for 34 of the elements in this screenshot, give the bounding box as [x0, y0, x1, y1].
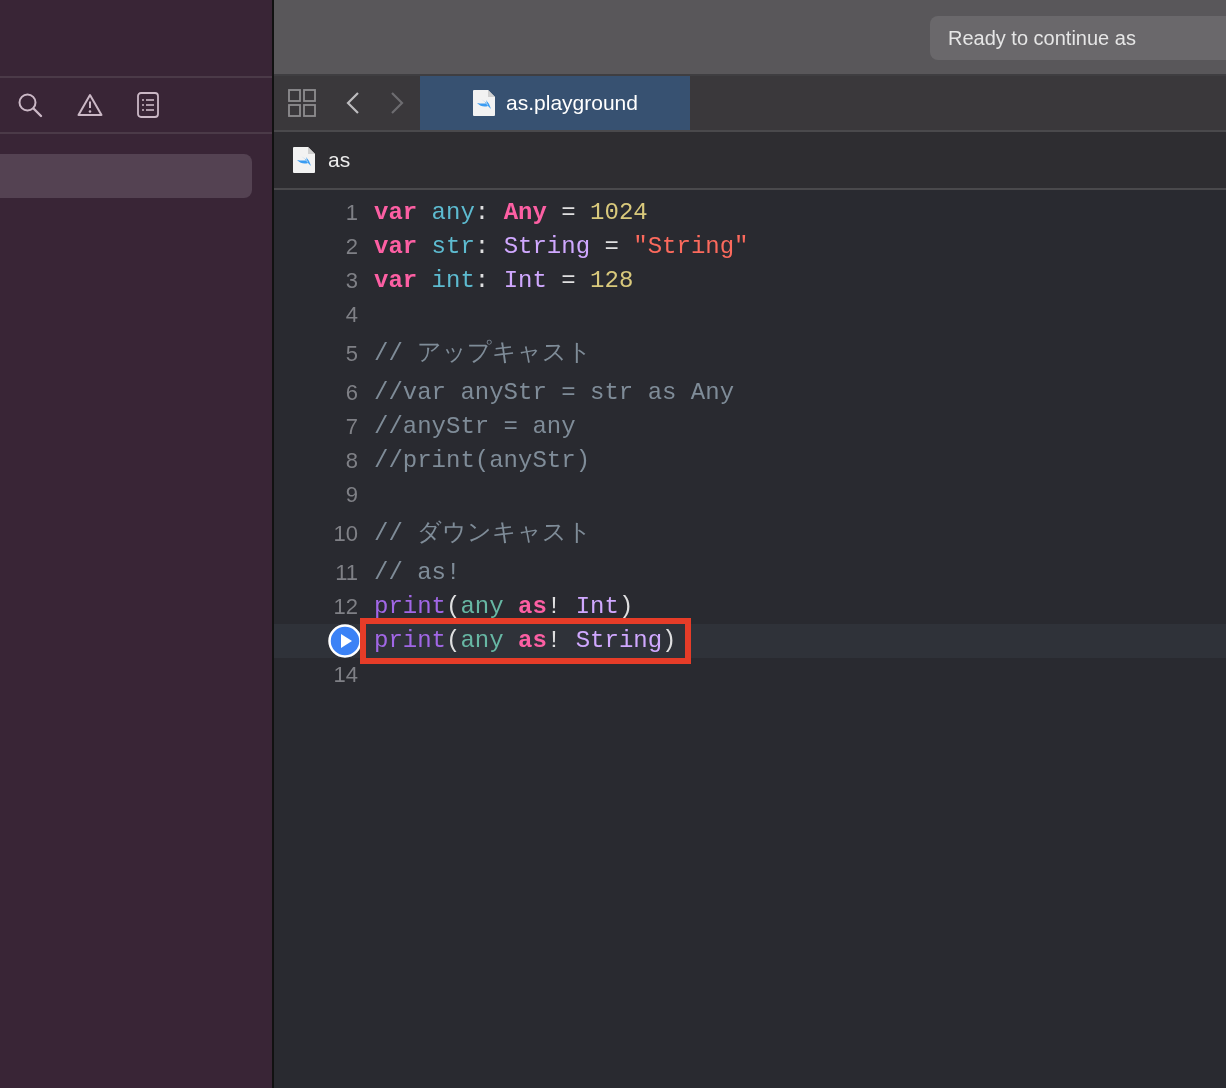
back-icon[interactable]	[346, 91, 360, 115]
grid-icon[interactable]	[288, 89, 316, 117]
breadcrumb-file[interactable]: as	[328, 148, 351, 172]
line-number: 7	[345, 414, 358, 440]
code-line: print(any as! Int)	[373, 592, 635, 622]
code-line: var str: String = "String"	[373, 232, 750, 262]
line-number: 12	[333, 594, 358, 620]
code-line: // アップキャスト	[373, 338, 594, 369]
line-number: 14	[333, 662, 358, 688]
line-number: 4	[345, 302, 358, 328]
code-line: // as!	[373, 558, 462, 588]
list-icon[interactable]	[137, 92, 159, 118]
activity-status: Ready to continue as	[930, 16, 1226, 60]
code-line: //var anyStr = str as Any	[373, 378, 736, 408]
line-number: 8	[345, 448, 358, 474]
code-line: //anyStr = any	[373, 412, 577, 442]
swift-file-icon	[472, 89, 497, 117]
warning-icon[interactable]	[77, 93, 103, 117]
line-number: 6	[345, 380, 358, 406]
line-number: 2	[345, 234, 358, 260]
line-number: 11	[335, 560, 358, 586]
swift-file-icon	[292, 146, 316, 174]
editor-tab[interactable]: as.playground	[420, 76, 690, 130]
code-line: print(any as! String)	[374, 626, 677, 656]
search-icon[interactable]	[17, 92, 43, 118]
code-line: var int: Int = 128	[373, 266, 635, 296]
line-number: 5	[345, 341, 358, 367]
line-number: 1	[345, 200, 358, 226]
line-number: 10	[333, 521, 358, 547]
code-line: //print(anyStr)	[373, 446, 592, 476]
line-number: 3	[345, 268, 358, 294]
code-line: // ダウンキャスト	[373, 519, 594, 549]
line-number: 9	[345, 482, 358, 508]
code-line: var any: Any = 1024	[373, 198, 649, 228]
